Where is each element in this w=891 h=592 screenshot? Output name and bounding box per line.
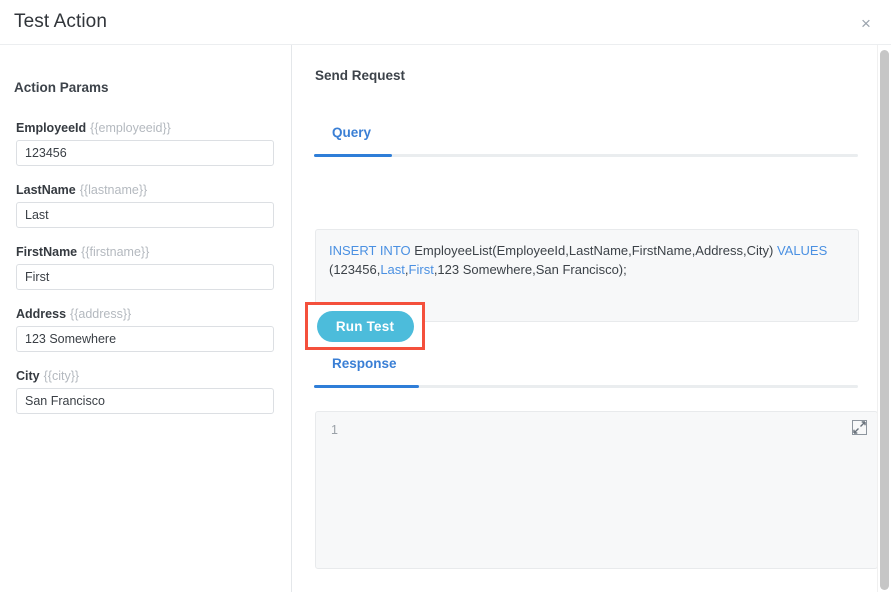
vertical-scrollbar-thumb[interactable] xyxy=(880,50,889,590)
field-label-firstname: FirstName {{firstname}} xyxy=(16,245,276,259)
sql-plain-tail: ,123 Somewhere,San Francisco); xyxy=(434,262,627,277)
sql-token-last: Last xyxy=(380,262,405,277)
sql-token-first: First xyxy=(409,262,434,277)
page-title: Test Action xyxy=(14,11,107,33)
address-input[interactable] xyxy=(16,326,274,352)
tab-response[interactable]: Response xyxy=(332,356,397,371)
response-output-box[interactable]: 1 xyxy=(315,411,878,569)
sql-plain-table: EmployeeList(EmployeeId,LastName,FirstNa… xyxy=(411,243,777,258)
send-request-panel: Send Request Query INSERT INTO EmployeeL… xyxy=(293,45,891,592)
field-token: {{city}} xyxy=(44,369,79,383)
run-test-button[interactable]: Run Test xyxy=(317,311,414,342)
field-group-city: City {{city}} xyxy=(0,369,292,414)
firstname-input[interactable] xyxy=(16,264,274,290)
dialog-header: Test Action × xyxy=(0,0,891,45)
field-label-text: Address xyxy=(16,307,66,321)
city-input[interactable] xyxy=(16,388,274,414)
action-params-heading: Action Params xyxy=(14,80,109,95)
field-label-city: City {{city}} xyxy=(16,369,276,383)
field-group-firstname: FirstName {{firstname}} xyxy=(0,245,292,290)
send-request-heading: Send Request xyxy=(315,68,405,83)
field-group-address: Address {{address}} xyxy=(0,307,292,352)
query-tab-rail xyxy=(314,154,858,157)
lastname-input[interactable] xyxy=(16,202,274,228)
employeeid-input[interactable] xyxy=(16,140,274,166)
sql-keyword-insert-into: INSERT INTO xyxy=(329,243,411,258)
field-label-text: FirstName xyxy=(16,245,77,259)
query-code-text: INSERT INTO EmployeeList(EmployeeId,Last… xyxy=(329,241,845,279)
query-tab-underline xyxy=(314,154,392,157)
field-token: {{employeeid}} xyxy=(90,121,171,135)
vertical-scrollbar-track[interactable] xyxy=(877,45,891,592)
field-token: {{firstname}} xyxy=(81,245,149,259)
query-tab-strip: Query xyxy=(314,121,858,157)
field-group-lastname: LastName {{lastname}} xyxy=(0,183,292,228)
field-label-text: EmployeeId xyxy=(16,121,86,135)
expand-icon[interactable] xyxy=(852,420,867,435)
field-group-employeeid: EmployeeId {{employeeid}} xyxy=(0,121,292,166)
tab-query[interactable]: Query xyxy=(332,125,371,140)
run-test-highlight: Run Test xyxy=(305,302,425,350)
dialog-body: Action Params EmployeeId {{employeeid}} L… xyxy=(0,45,891,592)
response-tab-underline xyxy=(314,385,419,388)
close-icon[interactable]: × xyxy=(853,10,879,36)
action-params-panel: Action Params EmployeeId {{employeeid}} L… xyxy=(0,45,292,592)
sql-plain-open: (123456, xyxy=(329,262,380,277)
response-line-number: 1 xyxy=(331,423,338,437)
field-label-text: City xyxy=(16,369,40,383)
field-token: {{lastname}} xyxy=(80,183,147,197)
response-tab-strip: Response xyxy=(314,352,858,388)
test-action-dialog: Test Action × Action Params EmployeeId {{… xyxy=(0,0,891,592)
action-params-form: EmployeeId {{employeeid}} LastName {{lastn… xyxy=(0,121,292,431)
field-label-text: LastName xyxy=(16,183,76,197)
field-label-address: Address {{address}} xyxy=(16,307,276,321)
field-label-lastname: LastName {{lastname}} xyxy=(16,183,276,197)
sql-keyword-values: VALUES xyxy=(777,243,827,258)
field-label-employeeid: EmployeeId {{employeeid}} xyxy=(16,121,276,135)
field-token: {{address}} xyxy=(70,307,131,321)
